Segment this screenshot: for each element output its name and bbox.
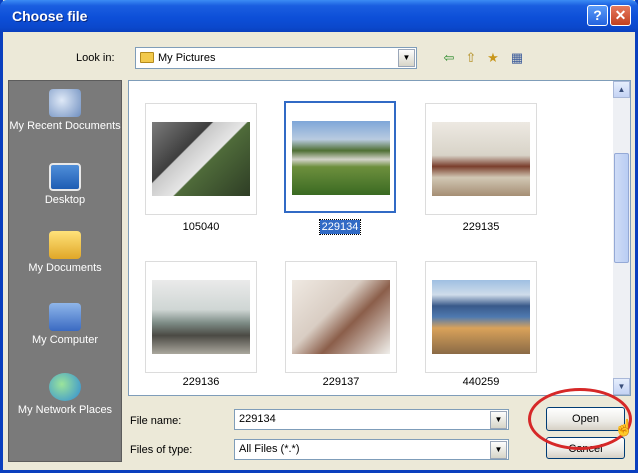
file-name-label: File name:	[130, 415, 182, 427]
look-in-dropdown[interactable]: My Pictures ▼	[135, 47, 417, 69]
new-folder-icon[interactable]: ★	[484, 50, 502, 66]
recent-documents-icon	[49, 89, 81, 117]
window-title: Choose file	[12, 8, 88, 24]
place-my-computer[interactable]: My Computer	[9, 303, 121, 347]
place-label: Desktop	[44, 194, 86, 206]
folder-icon	[140, 52, 154, 63]
file-thumbnail-229135[interactable]	[425, 103, 537, 215]
photo-preview	[432, 280, 530, 354]
back-icon[interactable]: ⇦	[440, 50, 458, 66]
place-desktop[interactable]: Desktop	[9, 163, 121, 207]
network-globe-icon	[49, 373, 81, 401]
scroll-up-icon[interactable]: ▲	[613, 81, 630, 98]
photo-preview	[292, 280, 390, 354]
hand-cursor-icon: ☝	[614, 420, 634, 437]
vertical-scrollbar[interactable]: ▲ ▼	[613, 81, 630, 395]
files-of-type-label: Files of type:	[130, 444, 193, 456]
places-bar: My Recent Documents Desktop My Documents…	[8, 80, 122, 462]
documents-folder-icon	[49, 231, 81, 259]
computer-icon	[49, 303, 81, 331]
photo-preview	[292, 121, 390, 195]
place-my-recent-documents[interactable]: My Recent Documents	[9, 89, 121, 133]
place-label: My Computer	[31, 334, 99, 346]
chevron-down-icon[interactable]: ▼	[398, 49, 415, 67]
place-label: My Documents	[28, 262, 102, 274]
file-name-label: 440259	[462, 376, 500, 388]
file-name-input[interactable]: 229134 ▼	[234, 409, 509, 430]
file-list-view[interactable]: 105040 229134 229135 229136 229137 44025…	[128, 80, 631, 396]
chevron-down-icon[interactable]: ▼	[490, 411, 507, 429]
scroll-down-icon[interactable]: ▼	[613, 378, 630, 395]
scroll-thumb[interactable]	[614, 153, 629, 263]
file-thumbnail-229136[interactable]	[145, 261, 257, 373]
place-label: My Recent Documents	[9, 120, 121, 132]
file-name-label: 229137	[322, 376, 360, 388]
file-thumbnail-229134[interactable]	[284, 101, 396, 213]
desktop-icon	[49, 163, 81, 191]
file-thumbnail-105040[interactable]	[145, 103, 257, 215]
file-name-label: 229135	[462, 221, 500, 233]
file-thumbnail-440259[interactable]	[425, 261, 537, 373]
place-my-documents[interactable]: My Documents	[9, 231, 121, 275]
look-in-label: Look in:	[76, 52, 115, 64]
file-name-label: 105040	[182, 221, 220, 233]
file-name-label-selected: 229134	[318, 219, 362, 235]
title-bar[interactable]: Choose file ? ✕	[0, 0, 638, 32]
help-button[interactable]: ?	[587, 5, 608, 26]
file-name-label: 229136	[182, 376, 220, 388]
files-of-type-value: All Files (*.*)	[239, 443, 300, 455]
views-menu-icon[interactable]: ▦	[508, 50, 526, 66]
up-folder-icon[interactable]: ⇧	[462, 50, 480, 66]
place-my-network-places[interactable]: My Network Places	[9, 373, 121, 417]
file-thumbnail-229137[interactable]	[285, 261, 397, 373]
place-label: My Network Places	[17, 404, 113, 416]
close-button[interactable]: ✕	[610, 5, 631, 26]
look-in-value: My Pictures	[158, 52, 216, 64]
photo-preview	[152, 122, 250, 196]
files-of-type-dropdown[interactable]: All Files (*.*) ▼	[234, 439, 509, 460]
chevron-down-icon[interactable]: ▼	[490, 441, 507, 459]
photo-preview	[432, 122, 530, 196]
photo-preview	[152, 280, 250, 354]
file-name-value: 229134	[239, 413, 276, 425]
